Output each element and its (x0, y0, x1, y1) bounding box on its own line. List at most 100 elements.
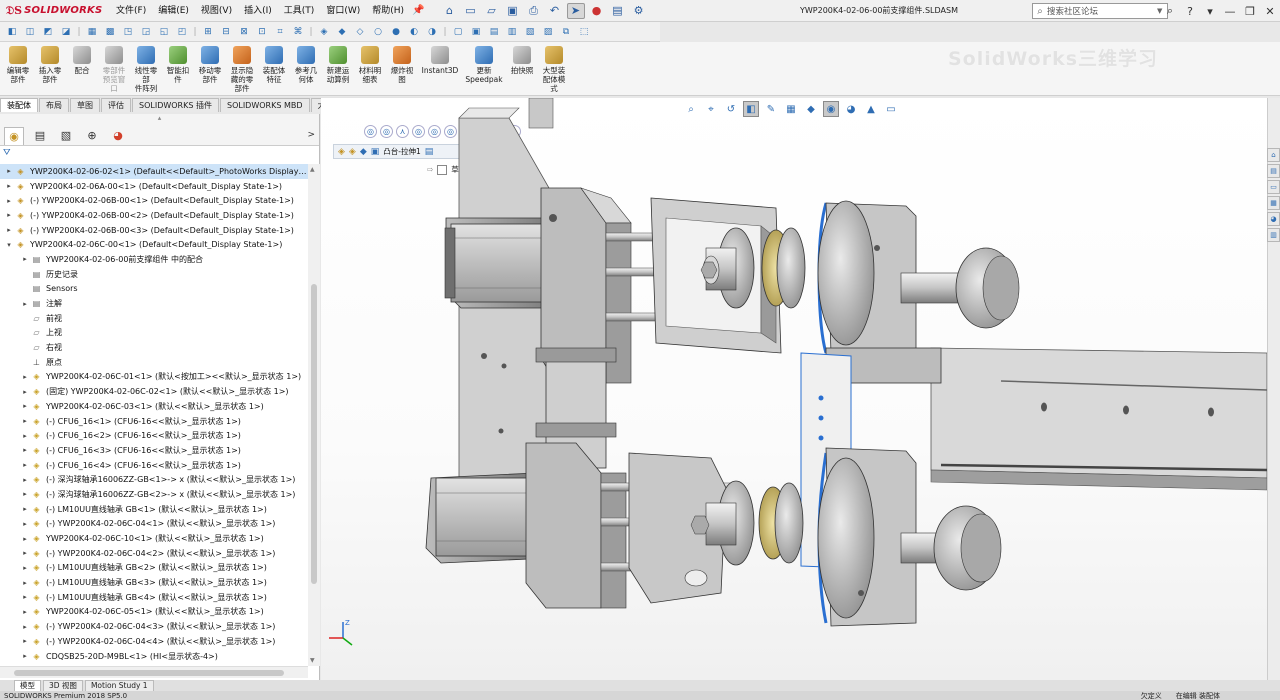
menu-item[interactable]: 视图(V) (195, 0, 238, 22)
tree-node[interactable]: ▸ ▤ 注解 (0, 296, 308, 311)
command-button[interactable]: 材料明 细表 (354, 42, 386, 84)
tree-node[interactable]: ▸ ◈ (-) LM10UU直线轴承 GB<1> (默认<<默认>_显示状态 1>) (0, 502, 308, 517)
toolbar-icon[interactable]: ▩ (102, 24, 118, 40)
tree-node[interactable]: ▸ ◈ (-) LM10UU直线轴承 GB<3> (默认<<默认>_显示状态 1>) (0, 575, 308, 590)
panel-collapse-handle[interactable]: ▴ (0, 114, 319, 126)
scrollbar-thumb[interactable] (311, 284, 317, 584)
tree-node[interactable]: ▸ ▤ YWP200K4-02-06-00前支撑组件 中的配合 (0, 252, 308, 267)
filter-icon[interactable]: ⛛ (0, 146, 319, 160)
command-tab[interactable]: SOLIDWORKS 插件 (132, 98, 219, 112)
toolbar-icon[interactable]: ◱ (156, 24, 172, 40)
expand-toggle-icon[interactable]: ▸ (20, 608, 30, 616)
rebuild-traffic-light-icon[interactable]: ● (588, 3, 606, 19)
tree-node[interactable]: ⊥ 原点 (0, 355, 308, 370)
document-tab[interactable]: 3D 视图 (43, 679, 83, 692)
command-button[interactable]: 移动零 部件 (194, 42, 226, 84)
tree-horizontal-scrollbar[interactable] (0, 666, 308, 678)
base-plate[interactable] (930, 347, 1267, 491)
solidworks-logo[interactable]: 𝔇S SOLIDWORKS (0, 0, 110, 22)
tree-node[interactable]: ▱ 前视 (0, 311, 308, 326)
scroll-up-icon[interactable]: ▲ (310, 166, 315, 173)
expand-toggle-icon[interactable]: ▸ (20, 549, 30, 557)
expand-toggle-icon[interactable]: ▸ (20, 637, 30, 645)
command-button[interactable]: 更新 Speedpak (462, 42, 506, 84)
expand-toggle-icon[interactable]: ▸ (4, 211, 14, 219)
command-tab[interactable]: SOLIDWORKS MBD (219, 98, 310, 112)
command-button[interactable]: 插入零 部件 (34, 42, 66, 84)
graphics-area[interactable]: ⌕ ⌖ ↺ ◧ ✎ ▦ ◆ ◉ ◕ ▲ ▭ ◎ ◎ ⋏ ◎ ◎ ◎ ⋏ ◎ ◎ … (321, 98, 1267, 680)
tree-node[interactable]: ▸ ◈ (-) YWP200K4-02-06C-04<2> (默认<<默认>_显示状… (0, 546, 308, 561)
command-button[interactable]: Instant3D (418, 42, 462, 75)
expand-toggle-icon[interactable]: ▸ (20, 417, 30, 425)
toolbar-icon[interactable]: ◲ (138, 24, 154, 40)
toolbar-icon[interactable]: ▣ (468, 24, 484, 40)
expand-toggle-icon[interactable]: ▸ (20, 505, 30, 513)
tree-node[interactable]: ▸ ◈ (-) CFU6_16<3> (CFU6-16<<默认>_显示状态 1>) (0, 443, 308, 458)
command-button[interactable]: 拍快照 (506, 42, 538, 75)
toolbar-icon[interactable]: ▦ (84, 24, 100, 40)
toolbar-icon[interactable]: ◐ (406, 24, 422, 40)
tree-node[interactable]: ▸ ◈ YWP200K4-02-06C-03<1> (默认<<默认>_显示状态 1>… (0, 399, 308, 414)
toolbar-icon[interactable]: ◰ (174, 24, 190, 40)
custom-properties-icon[interactable]: ▥ (1267, 228, 1280, 242)
panel-expand-arrow-icon[interactable]: > (307, 130, 315, 140)
dimxpert-tab-icon[interactable]: ⊕ (82, 127, 102, 145)
tree-node[interactable]: ▸ ◈ (-) YWP200K4-02-06B-00<3> (Default<Def… (0, 223, 308, 238)
tree-node[interactable]: ▾ ◈ YWP200K4-02-06C-00<1> (Default<Default… (0, 237, 308, 252)
command-button[interactable]: 零部件 预览窗 口 (98, 42, 130, 93)
toolbar-icon[interactable]: ▨ (540, 24, 556, 40)
close-button[interactable]: ✕ (1260, 0, 1280, 22)
tree-node[interactable]: ▸ ◈ (-) 深沟球轴承16006ZZ-GB<2>-> x (默认<<默认>_显示… (0, 487, 308, 502)
tree-node[interactable]: ▸ ◈ (-) LM10UU直线轴承 GB<4> (默认<<默认>_显示状态 1>) (0, 590, 308, 605)
property-manager-tab-icon[interactable]: ▤ (30, 127, 50, 145)
expand-toggle-icon[interactable]: ▸ (20, 373, 30, 381)
toolbar-icon[interactable]: ◳ (120, 24, 136, 40)
print-icon[interactable]: ⎙ (525, 3, 543, 19)
command-button[interactable]: 智能扣 件 (162, 42, 194, 84)
expand-toggle-icon[interactable]: ▸ (4, 197, 14, 205)
tree-node[interactable]: ▸ ◈ (-) 深沟球轴承16006ZZ-GB<1>-> x (默认<<默认>_显示… (0, 472, 308, 487)
toolbar-icon[interactable]: ◈ (316, 24, 332, 40)
toolbar-icon[interactable]: ⬚ (576, 24, 592, 40)
command-button[interactable]: 装配体 特征 (258, 42, 290, 84)
open-folder-icon[interactable]: ▱ (483, 3, 501, 19)
tree-node[interactable]: ▸ ◈ (-) YWP200K4-02-06C-04<4> (默认<<默认>_显示状… (0, 634, 308, 649)
expand-toggle-icon[interactable]: ▸ (20, 476, 30, 484)
menu-item[interactable]: 文件(F) (110, 0, 152, 22)
tree-node[interactable]: ▱ 右视 (0, 340, 308, 355)
scroll-down-icon[interactable]: ▼ (310, 657, 315, 664)
tree-node[interactable]: ▸ ◈ YWP200K4-02-06-02<1> (Default<<Default… (0, 164, 308, 179)
tree-node[interactable]: ▸ ◈ YWP200K4-02-06C-10<1> (默认<<默认>_显示状态 1>… (0, 531, 308, 546)
toolbar-icon[interactable]: ◫ (22, 24, 38, 40)
tree-node[interactable]: ▤ 历史记录 (0, 267, 308, 282)
toolbar-icon[interactable]: ▤ (486, 24, 502, 40)
user-dropdown-icon[interactable]: ▾ (1200, 0, 1220, 22)
tree-node[interactable]: ▸ ◈ (-) CFU6_16<2> (CFU6-16<<默认>_显示状态 1>) (0, 428, 308, 443)
command-tab[interactable]: 装配体 (0, 98, 38, 112)
command-button[interactable]: 新建运 动算例 (322, 42, 354, 84)
search-go-icon[interactable]: ⌕ (1160, 0, 1180, 22)
toolbar-icon[interactable]: ⌘ (290, 24, 306, 40)
view-palette-icon[interactable]: ▦ (1267, 196, 1280, 210)
appearances-icon[interactable]: ◕ (1267, 212, 1280, 226)
expand-toggle-icon[interactable]: ▸ (4, 182, 14, 190)
pin-menu-icon[interactable]: 📌 (412, 5, 424, 16)
scrollbar-thumb[interactable] (14, 670, 284, 676)
toolbar-icon[interactable]: ◆ (334, 24, 350, 40)
toolbar-icon[interactable]: ⊟ (218, 24, 234, 40)
tree-node[interactable]: ▸ ◈ (-) YWP200K4-02-06C-04<1> (默认<<默认>_显示状… (0, 517, 308, 532)
command-tab[interactable]: 评估 (101, 98, 131, 112)
toolbar-icon[interactable]: ◇ (352, 24, 368, 40)
feature-tree-tab-icon[interactable]: ◉ (4, 126, 24, 145)
tree-node[interactable]: ▸ ◈ (固定) YWP200K4-02-06C-02<1> (默认<<默认>_显示… (0, 384, 308, 399)
expand-toggle-icon[interactable]: ▸ (4, 226, 14, 234)
configuration-manager-tab-icon[interactable]: ▧ (56, 127, 76, 145)
display-manager-tab-icon[interactable]: ◕ (108, 127, 128, 145)
undo-icon[interactable]: ↶ (546, 3, 564, 19)
command-tab[interactable]: 草图 (70, 98, 100, 112)
document-tab[interactable]: 模型 (14, 679, 41, 692)
toolbar-icon[interactable]: ▧ (522, 24, 538, 40)
expand-toggle-icon[interactable]: ▸ (20, 402, 30, 410)
tree-node[interactable]: ▸ ◈ YWP200K4-02-06C-01<1> (默认<按加工><<默认>_显示… (0, 370, 308, 385)
toolbar-icon[interactable]: ● (388, 24, 404, 40)
